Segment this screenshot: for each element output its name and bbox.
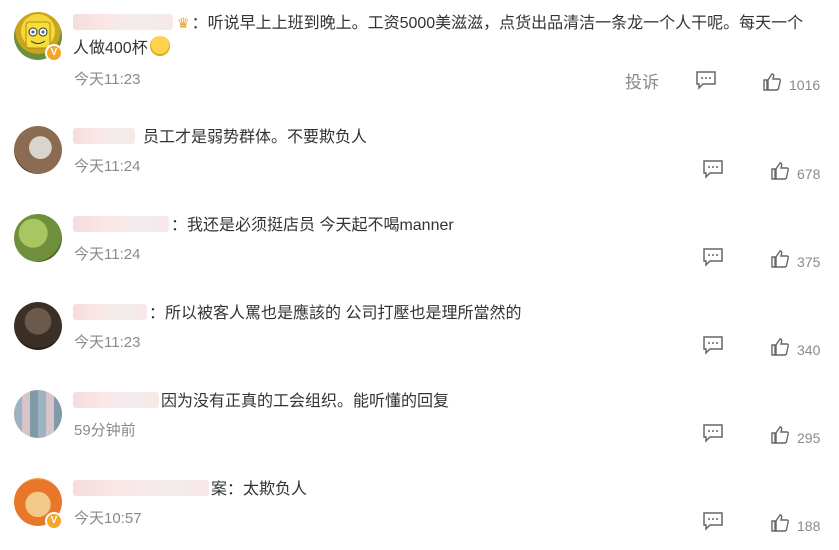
avatar[interactable] <box>14 302 62 350</box>
username-blurred[interactable] <box>73 304 147 320</box>
comment-reply-icon[interactable] <box>702 159 724 179</box>
like-count: 188 <box>797 518 821 534</box>
like-icon[interactable] <box>770 513 790 533</box>
comment-item: V 案：太欺负人 今天10:57 188 <box>0 467 839 550</box>
comment-text-line2: 人做400杯 <box>73 36 170 62</box>
avatar[interactable] <box>14 390 62 438</box>
verified-badge-icon: V <box>45 44 63 62</box>
comment-time: 今天11:23 <box>74 334 141 351</box>
comment-time: 今天11:24 <box>74 158 141 175</box>
crying-emoji-icon <box>149 36 170 56</box>
like-icon[interactable] <box>770 337 790 357</box>
like-count: 340 <box>797 342 821 358</box>
like-icon[interactable] <box>770 249 790 269</box>
avatar[interactable] <box>14 214 62 262</box>
comment-text: ：我还是必须挺店员 今天起不喝manner <box>73 213 831 239</box>
comment-reply-icon[interactable] <box>702 511 724 531</box>
comment-item: ：我还是必须挺店员 今天起不喝manner 今天11:24 375 <box>0 203 839 288</box>
comment-text: 案：太欺负人 <box>73 477 831 503</box>
avatar[interactable] <box>14 126 62 174</box>
comment-item: V ♛ ：听说早上上班到晚上。工资5000美滋滋，点货出品清洁一条龙一个人干呢。每… <box>0 0 839 110</box>
username-blurred[interactable] <box>73 392 159 408</box>
comment-reply-icon[interactable] <box>695 70 717 90</box>
comment-text: 员工才是弱势群体。不要欺负人 <box>73 125 831 151</box>
verified-badge-icon: V <box>45 512 63 530</box>
like-count: 295 <box>797 430 821 446</box>
comment-time: 今天11:23 <box>74 71 141 88</box>
like-count: 1016 <box>789 77 821 93</box>
username-blurred[interactable] <box>73 216 169 232</box>
comment-text: ♛ ：听说早上上班到晚上。工资5000美滋滋，点货出品清洁一条龙一个人干呢。每天一… <box>73 10 831 37</box>
comment-reply-icon[interactable] <box>702 247 724 267</box>
like-icon[interactable] <box>762 72 782 92</box>
comment-reply-icon[interactable] <box>702 335 724 355</box>
username-blurred[interactable] <box>73 480 209 496</box>
comment-time: 59分钟前 <box>74 422 136 439</box>
like-icon[interactable] <box>770 425 790 445</box>
comment-item: ：所以被客人罵也是應該的 公司打壓也是理所當然的 今天11:23 340 <box>0 291 839 376</box>
comment-text: 因为没有正真的工会组织。能听懂的回复 <box>73 389 831 415</box>
like-count: 375 <box>797 254 821 270</box>
comment-text: ：所以被客人罵也是應該的 公司打壓也是理所當然的 <box>73 301 831 327</box>
report-button[interactable]: 投诉 <box>625 72 659 94</box>
comment-reply-icon[interactable] <box>702 423 724 443</box>
comment-item: 因为没有正真的工会组织。能听懂的回复 59分钟前 295 <box>0 379 839 464</box>
comment-item: 员工才是弱势群体。不要欺负人 今天11:24 678 <box>0 115 839 200</box>
comment-time: 今天11:24 <box>74 246 141 263</box>
crown-icon: ♛ <box>177 15 190 31</box>
like-count: 678 <box>797 166 821 182</box>
like-icon[interactable] <box>770 161 790 181</box>
comment-time: 今天10:57 <box>74 510 142 527</box>
username-blurred[interactable] <box>73 14 173 30</box>
username-blurred[interactable] <box>73 128 135 144</box>
